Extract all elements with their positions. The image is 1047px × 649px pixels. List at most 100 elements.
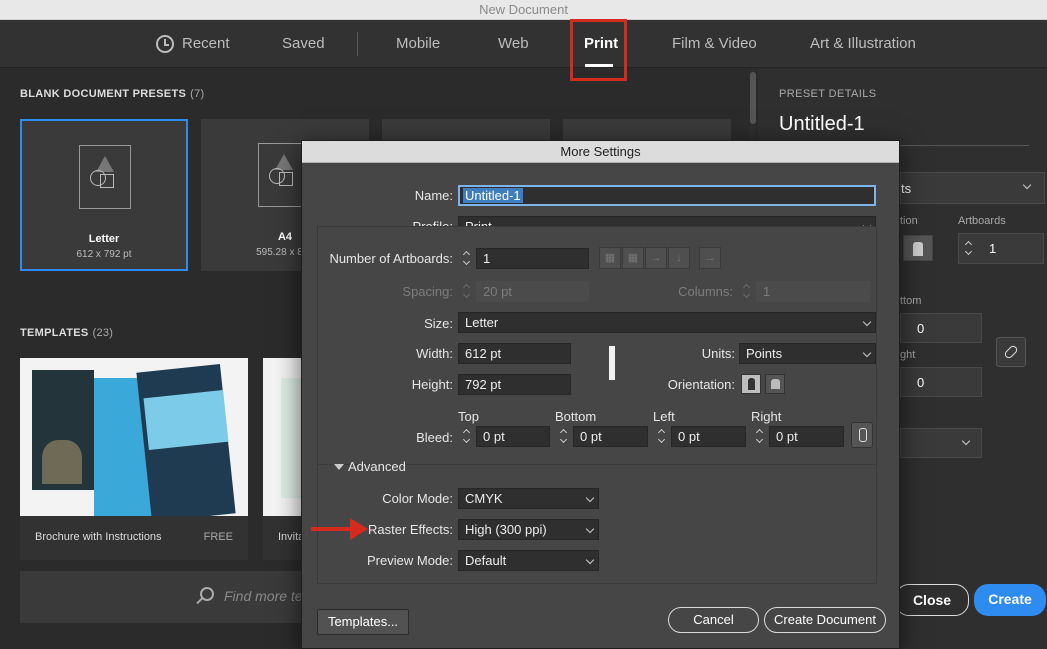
units-select[interactable]: Points [739,343,876,364]
find-templates-input[interactable]: Find more ter [224,588,307,604]
free-badge: FREE [203,531,233,543]
brochure-thumbnail [32,364,236,522]
tab-web[interactable]: Web [498,20,529,68]
create-document-button[interactable]: Create Document [764,607,886,633]
name-label: Name: [414,188,453,203]
cancel-button[interactable]: Cancel [668,607,759,633]
portrait-icon [913,242,923,256]
annotation-arrow [311,527,353,531]
units-select[interactable]: ts [900,172,1045,204]
width-input[interactable]: 612 pt [458,343,571,364]
window-title: New Document [0,0,1047,20]
bleed-right-stepper-icon[interactable] [752,426,768,447]
advanced-toggle[interactable]: Advanced [348,459,406,474]
bleed-left-label: Left [653,409,675,424]
raster-effects-select[interactable]: High (300 ppi) [458,519,599,540]
preset-card-letter[interactable]: Letter 612 x 792 pt [20,119,188,271]
landscape-icon [771,379,780,389]
template-card-brochure[interactable]: Brochure with Instructions FREE [20,358,248,560]
height-label: Height: [411,377,453,392]
scroll-thumb[interactable] [750,72,756,124]
bleed-top-input[interactable]: 0 pt [476,426,550,447]
bleed-top-label: Top [458,409,479,424]
size-select[interactable]: Letter [458,312,876,333]
chevron-down-icon [862,317,872,327]
spacing-label: Spacing: [402,284,453,299]
link-bleed-icon[interactable] [851,422,873,448]
nav-divider [357,32,358,56]
chevron-down-icon [585,493,595,503]
size-label: Size: [424,316,453,331]
tab-film-video[interactable]: Film & Video [672,20,757,68]
bleed-bottom-label: ttom [900,295,922,307]
grid-by-column-icon[interactable]: ▦ [622,247,644,269]
grid-by-row-icon[interactable]: ▦ [599,247,621,269]
columns-stepper-icon [739,281,755,302]
create-button[interactable]: Create [974,584,1046,616]
chevron-down-icon [961,436,971,446]
spacing-input: 20 pt [476,281,589,302]
preview-mode-select[interactable]: Default [458,550,599,571]
columns-label: Columns: [678,284,733,299]
bleed-right-input[interactable]: 0 pt [769,426,844,447]
raster-effects-label: Raster Effects: [367,522,453,537]
presets-heading: BLANK DOCUMENT PRESETS (7) [20,88,205,100]
portrait-icon [748,378,755,390]
category-nav: Recent Saved Mobile Web Print Film & Vid… [0,20,1047,68]
disclosure-triangle-icon[interactable] [334,464,344,470]
preview-mode-label: Preview Mode: [367,553,453,568]
close-button[interactable]: Close [895,584,969,616]
bleed-bottom-stepper-icon[interactable] [556,426,572,447]
template-name: Brochure with Instructions [35,531,162,543]
tab-art-illustration[interactable]: Art & Illustration [810,20,916,68]
arrange-by-row-icon[interactable]: → [645,247,667,269]
annotation-highlight-box [570,19,627,81]
search-icon [200,587,214,601]
columns-input: 1 [756,281,870,302]
stepper-arrows-icon[interactable] [961,238,977,259]
spacing-stepper-icon [459,281,475,302]
color-mode-label: Color Mode: [382,491,453,506]
height-input[interactable]: 792 pt [458,374,571,395]
bleed-bottom-label: Bottom [555,409,597,424]
artboards-label: Number of Artboards: [329,251,453,266]
details-heading: PRESET DETAILS [779,88,877,100]
color-mode-select[interactable]: CMYK [458,488,599,509]
orientation-label: tion [900,215,918,227]
dialog-title: More Settings [302,141,899,163]
chevron-down-icon [585,524,595,534]
chevron-down-icon [1022,180,1032,190]
orientation-label: Orientation: [667,377,735,392]
document-name[interactable]: Untitled-1 [779,113,865,136]
more-settings-dialog: More Settings Name: Untitled-1 Profile: … [301,140,900,649]
bleed-right-field[interactable]: 0 [900,367,982,397]
preset-size: 612 x 792 pt [76,249,132,260]
page-preview-icon [609,346,615,380]
width-label: Width: [416,346,453,361]
bleed-label: Bleed: [416,430,453,445]
portrait-orientation-button[interactable] [903,235,933,261]
artboards-stepper-icon[interactable] [459,248,475,269]
bleed-right-label: Right [751,409,782,424]
link-icon [1003,344,1019,360]
tab-mobile[interactable]: Mobile [396,20,440,68]
templates-heading: TEMPLATES (23) [20,327,114,339]
portrait-button[interactable] [741,374,761,394]
bleed-bottom-field[interactable]: 0 [900,313,982,343]
chevron-down-icon [585,555,595,565]
tab-saved[interactable]: Saved [282,20,325,68]
landscape-button[interactable] [765,374,785,394]
bleed-top-stepper-icon[interactable] [459,426,475,447]
name-input[interactable]: Untitled-1 [458,185,876,206]
color-mode-select[interactable] [900,428,982,458]
artboards-stepper[interactable]: 1 [958,233,1044,264]
link-bleed-button[interactable] [996,337,1026,367]
bleed-bottom-input[interactable]: 0 pt [573,426,648,447]
arrange-by-column-icon[interactable]: ↓ [668,247,690,269]
tab-recent[interactable]: Recent [182,20,230,68]
bleed-left-input[interactable]: 0 pt [671,426,746,447]
change-to-right-to-left-icon[interactable]: → [699,247,721,269]
artboards-input[interactable]: 1 [476,248,589,269]
templates-button[interactable]: Templates... [317,609,409,635]
bleed-left-stepper-icon[interactable] [654,426,670,447]
